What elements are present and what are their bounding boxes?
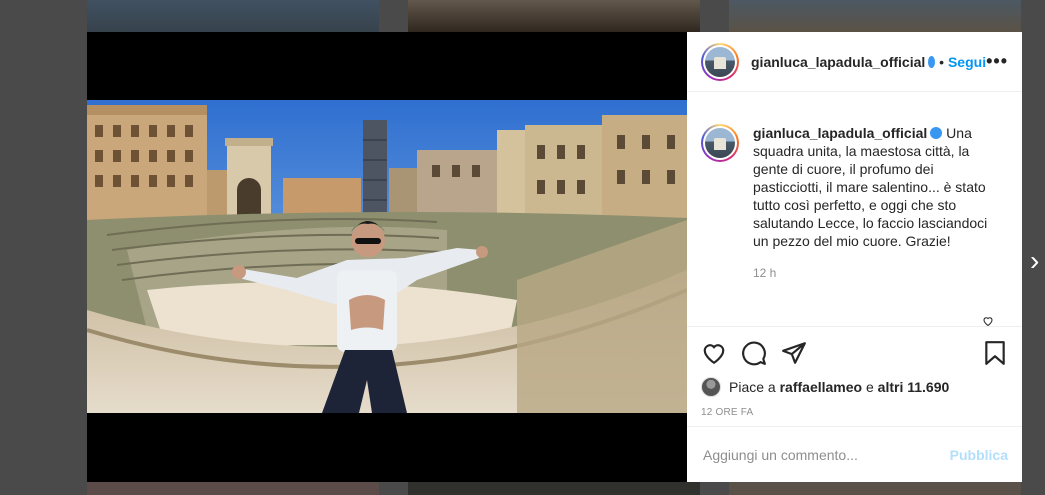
post-media	[87, 32, 687, 482]
post-actions: Piace a raffaellameo e altri 11.690 12 O…	[687, 326, 1022, 418]
post-caption: gianluca_lapadula_official Una squadra u…	[701, 124, 1008, 282]
likes-summary: Piace a raffaellameo e altri 11.690	[701, 377, 1008, 397]
author-username[interactable]: gianluca_lapadula_official	[751, 54, 925, 70]
feed-tile[interactable]	[729, 482, 1021, 495]
caption-username[interactable]: gianluca_lapadula_official	[753, 125, 927, 141]
post-modal: gianluca_lapadula_official • Segui ••• g…	[87, 32, 1022, 482]
feed-tile[interactable]	[408, 482, 700, 495]
verified-badge-icon	[930, 127, 943, 139]
author-avatar[interactable]	[701, 42, 739, 81]
caption-timestamp[interactable]: 12 h	[753, 264, 998, 282]
more-options-button[interactable]: •••	[986, 51, 1008, 72]
post-photo[interactable]	[87, 100, 687, 413]
follow-button[interactable]: Segui	[948, 54, 986, 70]
likes-count[interactable]: altri 11.690	[878, 379, 950, 395]
feed-tile[interactable]	[87, 482, 379, 495]
post-date[interactable]: 12 ORE FA	[701, 407, 1008, 418]
caption-text: gianluca_lapadula_official Una squadra u…	[753, 124, 998, 282]
publish-button[interactable]: Pubblica	[950, 447, 1008, 463]
comment-form: Pubblica	[687, 426, 1022, 482]
post-header: gianluca_lapadula_official • Segui •••	[687, 32, 1022, 92]
liker-avatar[interactable]	[701, 377, 721, 397]
feed-tile[interactable]	[87, 0, 379, 32]
caption-body: Una squadra unita, la maestosa città, la…	[753, 125, 988, 249]
liker-username[interactable]: raffaellameo	[780, 379, 862, 395]
likes-connector: e	[865, 379, 874, 395]
verified-badge-icon	[928, 55, 936, 68]
feed-tile[interactable]	[408, 0, 700, 32]
separator-dot: •	[939, 53, 944, 70]
feed-tile[interactable]	[729, 0, 1021, 32]
likes-prefix: Piace a	[729, 379, 776, 395]
bookmark-icon[interactable]	[982, 340, 1008, 366]
comment-icon[interactable]	[741, 340, 767, 366]
comment-input[interactable]	[701, 445, 950, 464]
share-icon[interactable]	[781, 340, 807, 366]
post-side-panel: gianluca_lapadula_official • Segui ••• g…	[687, 32, 1022, 482]
chevron-right-icon[interactable]: ›	[1030, 245, 1039, 277]
heart-icon[interactable]	[701, 340, 727, 366]
caption-avatar[interactable]	[701, 124, 739, 162]
